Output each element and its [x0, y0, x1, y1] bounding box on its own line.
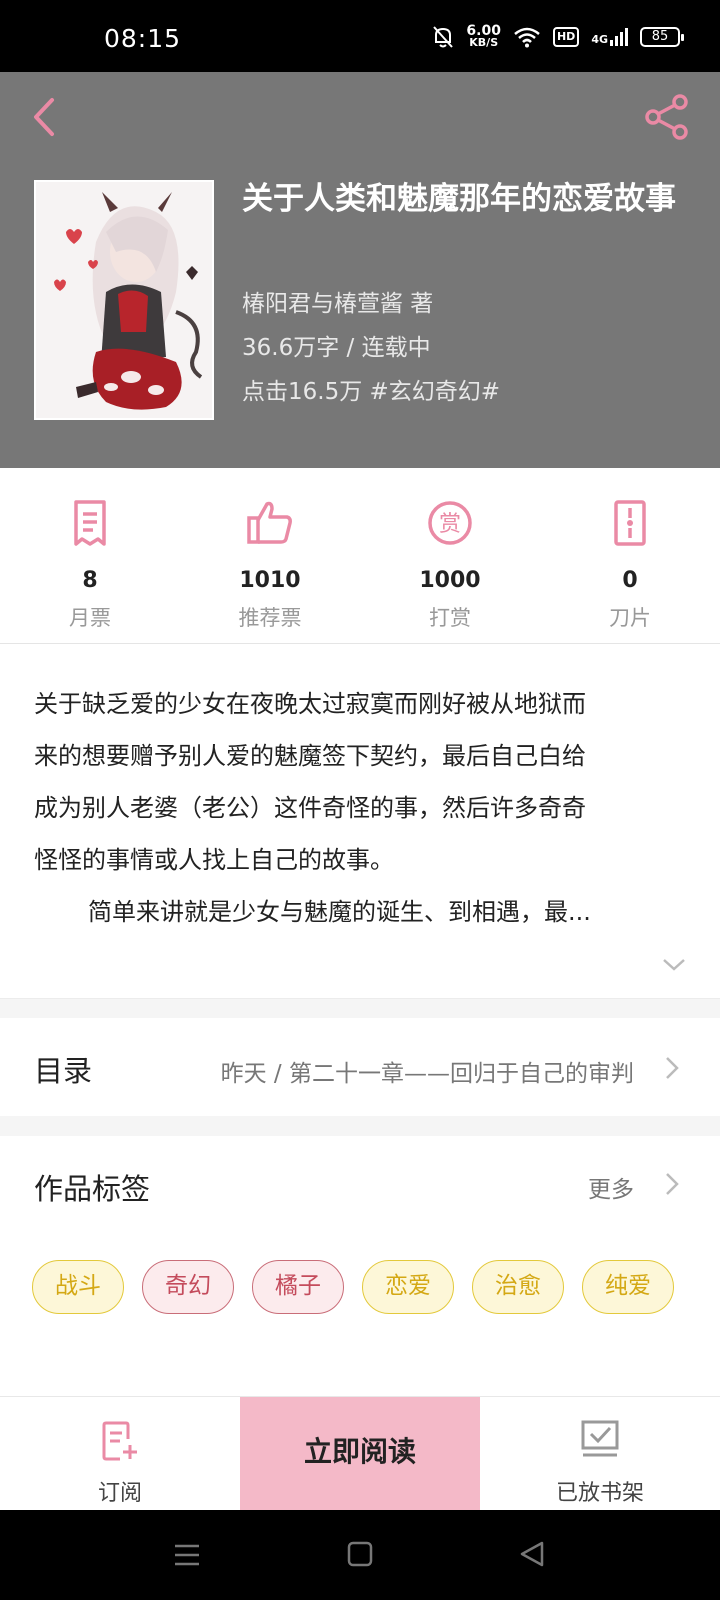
monthly-ticket-icon	[74, 500, 106, 546]
intro-line: 关于缺乏爱的少女在夜晚太过寂寞而刚好被从地狱而	[34, 690, 586, 718]
hd-badge: HD	[552, 27, 580, 47]
stat-value: 1010	[239, 568, 301, 593]
stat-label: 刀片	[609, 606, 651, 630]
toc-title: 目录	[34, 1054, 93, 1088]
tag-chip[interactable]: 战斗	[32, 1260, 124, 1314]
net-speed-unit: KB/S	[469, 36, 499, 49]
stat-recommend-ticket[interactable]: 1010 推荐票	[180, 468, 360, 643]
tags-more-link[interactable]: 更多	[588, 1170, 634, 1204]
tags-section: 作品标签 更多 战斗 奇幻 橘子 恋爱 治愈 纯爱	[0, 1136, 720, 1396]
thumbs-up-icon	[247, 501, 292, 544]
stat-label: 月票	[69, 606, 111, 630]
read-now-button[interactable]: 立即阅读	[240, 1397, 480, 1511]
chevron-down-icon[interactable]	[660, 955, 688, 975]
net-speed: 6.00 KB/S	[466, 24, 501, 49]
subscribe-button[interactable]: 订阅	[0, 1397, 240, 1511]
book-title: 关于人类和魅魔那年的恋爱故事	[242, 181, 676, 217]
reward-icon: 赏	[428, 501, 472, 545]
bookshelf-button[interactable]: 已放书架	[480, 1397, 720, 1511]
tag-chip[interactable]: 奇幻	[142, 1260, 234, 1314]
wifi-icon	[514, 27, 540, 48]
signal-label: 4G	[591, 33, 608, 46]
intro-line: 成为别人老婆（老公）这件奇怪的事，然后许多奇奇	[34, 794, 586, 822]
section-divider	[0, 998, 720, 1018]
intro-line: 来的想要赠予别人爱的魅魔签下契约，最后自己白给	[34, 742, 586, 770]
battery-level: 85	[651, 29, 669, 44]
book-word-count-status: 36.6万字 / 连载中	[242, 335, 431, 361]
latest-chapter: 昨天 / 第二十一章——回归于自己的审判	[220, 1061, 634, 1087]
chevron-right-icon[interactable]	[664, 1170, 680, 1198]
tags-title: 作品标签	[34, 1172, 151, 1206]
stat-reward[interactable]: 赏 1000 打赏	[360, 468, 540, 643]
bookshelf-label: 已放书架	[555, 1481, 644, 1506]
status-bar: 08:15 6.00 KB/S HD 4G 85	[0, 0, 720, 72]
blade-icon	[614, 500, 646, 546]
stat-value: 0	[622, 568, 638, 593]
stat-label: 推荐票	[238, 606, 302, 630]
stat-value: 8	[82, 568, 98, 593]
tag-list: 战斗 奇幻 橘子 恋爱 治愈 纯爱	[32, 1260, 674, 1314]
subscribe-label: 订阅	[97, 1481, 142, 1506]
book-intro[interactable]: 关于缺乏爱的少女在夜晚太过寂寞而刚好被从地狱而 来的想要赠予别人爱的魅魔签下契约…	[34, 678, 684, 938]
system-nav-bar	[0, 1510, 720, 1600]
home-icon[interactable]	[344, 1538, 376, 1570]
mute-bell-icon	[433, 26, 454, 48]
stat-monthly-ticket[interactable]: 8 月票	[0, 468, 180, 643]
tag-chip[interactable]: 恋爱	[362, 1260, 454, 1314]
recent-apps-icon[interactable]	[170, 1538, 204, 1572]
stat-label: 打赏	[429, 606, 471, 630]
stat-blade[interactable]: 0 刀片	[540, 468, 720, 643]
stats-row: 8 月票 1010 推荐票 赏 1000 打赏 0 刀片	[0, 468, 720, 644]
share-icon[interactable]	[642, 92, 692, 142]
status-icons: 6.00 KB/S HD 4G 85	[432, 22, 684, 52]
section-divider	[0, 1116, 720, 1136]
book-hits-genre: 点击16.5万 #玄幻奇幻#	[242, 379, 501, 405]
nav-back-icon[interactable]	[516, 1538, 548, 1570]
subscribe-add-icon	[102, 1421, 137, 1461]
status-time: 08:15	[104, 24, 182, 53]
stat-value: 1000	[419, 568, 481, 593]
intro-line: 怪怪的事情或人找上自己的故事。	[34, 846, 394, 874]
cover-illustration	[36, 182, 212, 418]
book-header: 关于人类和魅魔那年的恋爱故事 椿阳君与椿萱酱 著 36.6万字 / 连载中 点击…	[0, 72, 720, 468]
signal-icon: 4G	[591, 28, 628, 46]
intro-line: 简单来讲就是少女与魅魔的诞生、到相遇，最...	[88, 898, 591, 926]
tag-chip[interactable]: 橘子	[252, 1260, 344, 1314]
table-of-contents-row[interactable]: 目录 昨天 / 第二十一章——回归于自己的审判	[0, 1018, 720, 1116]
book-cover[interactable]	[34, 180, 214, 420]
back-arrow-icon[interactable]	[24, 92, 68, 142]
tag-chip[interactable]: 治愈	[472, 1260, 564, 1314]
book-author[interactable]: 椿阳君与椿萱酱 著	[242, 284, 433, 318]
bottom-action-bar: 订阅 立即阅读 已放书架	[0, 1396, 720, 1511]
tag-chip[interactable]: 纯爱	[582, 1260, 674, 1314]
chevron-right-icon	[666, 1057, 679, 1079]
bookshelf-check-icon	[581, 1420, 619, 1457]
battery-icon: 85	[640, 27, 684, 47]
svg-text:赏: 赏	[439, 512, 461, 537]
